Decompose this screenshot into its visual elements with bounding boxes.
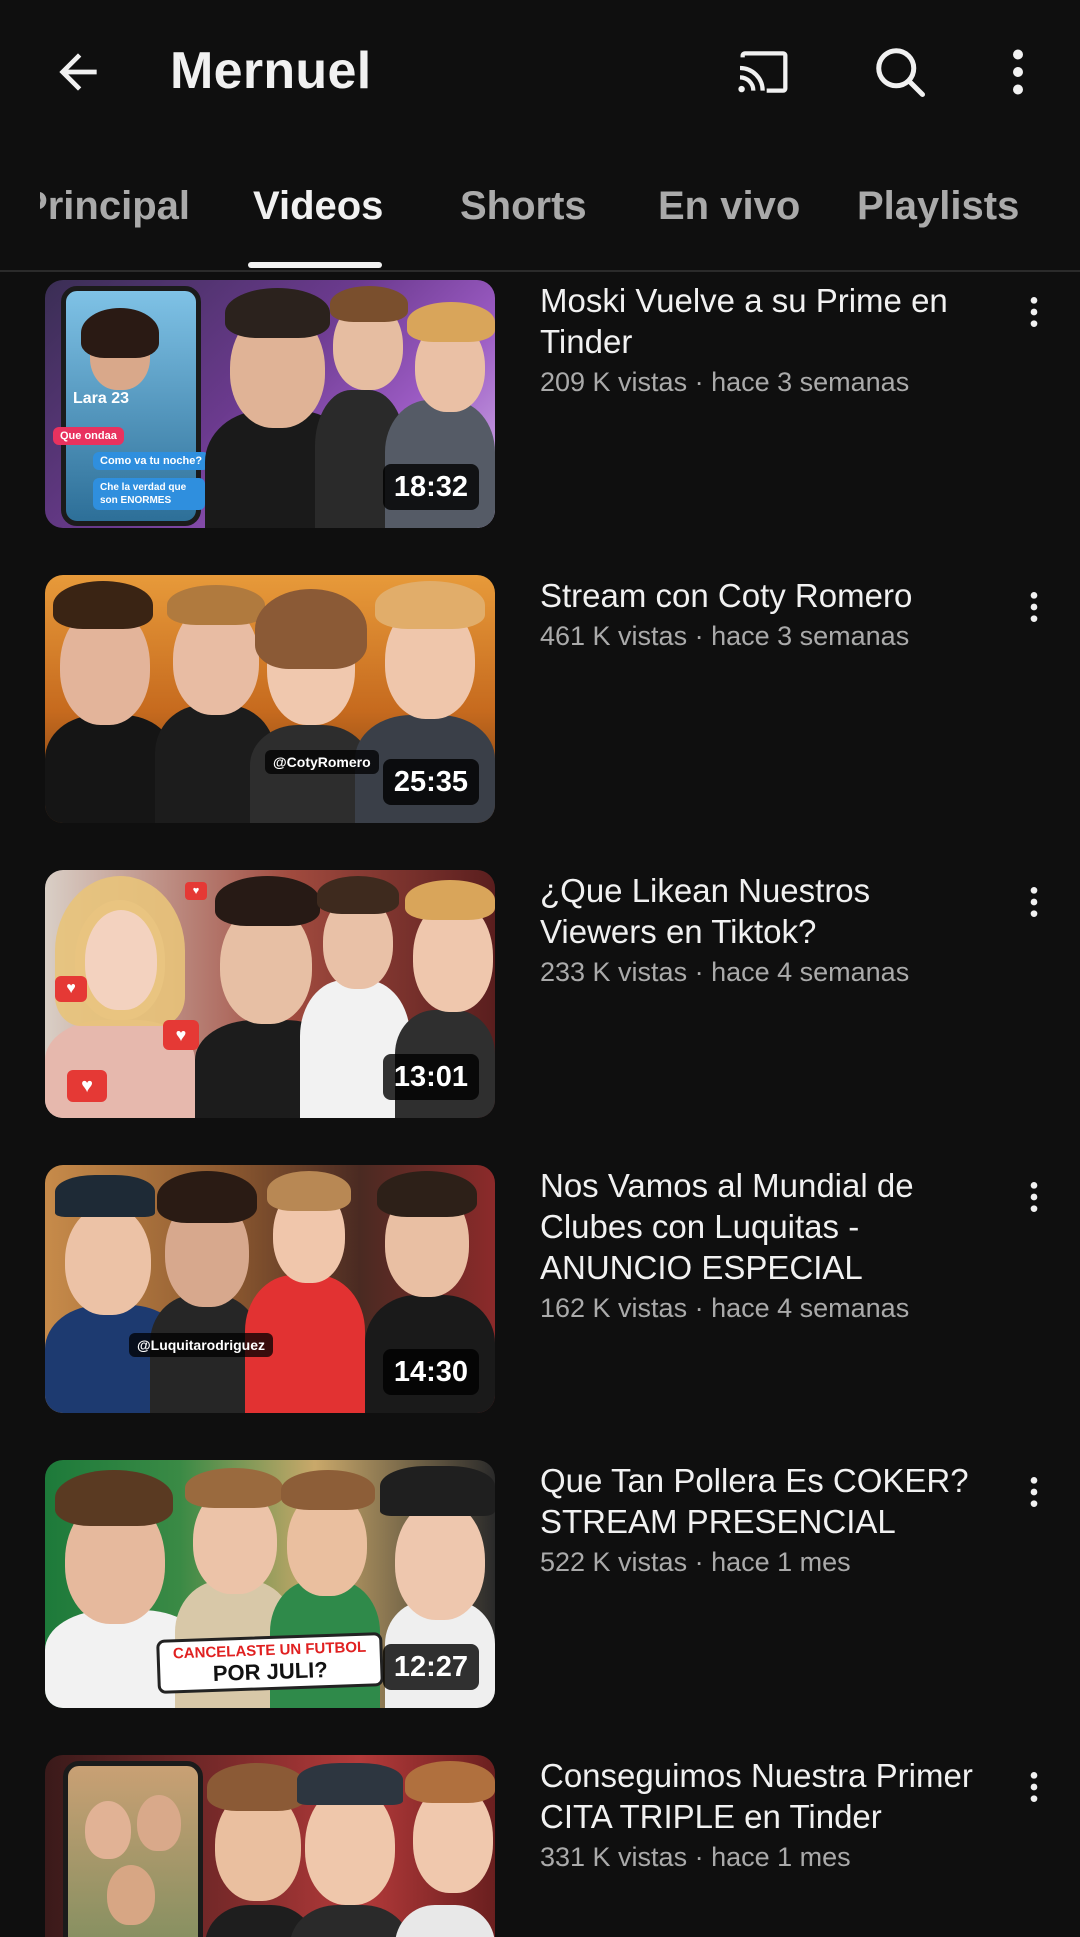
search-button[interactable] — [862, 34, 938, 110]
video-meta: 162 K vistas · hace 4 semanas — [540, 1293, 910, 1323]
channel-title: Mernuel — [170, 42, 372, 100]
video-meta: 522 K vistas · hace 1 mes — [540, 1547, 851, 1577]
video-duration: 12:27 — [382, 1644, 479, 1690]
video-more-button[interactable] — [1008, 1761, 1060, 1825]
back-arrow-icon — [59, 53, 97, 91]
video-info: Que Tan Pollera Es COKER? STREAM PRESENC… — [540, 1460, 980, 1580]
video-item[interactable]: @Luquitarodriguez 14:30 Nos Vamos al Mun… — [0, 1165, 1080, 1415]
video-title[interactable]: Que Tan Pollera Es COKER? STREAM PRESENC… — [540, 1460, 980, 1542]
video-title[interactable]: Conseguimos Nuestra Primer CITA TRIPLE e… — [540, 1755, 980, 1837]
video-thumbnail[interactable]: Lara 23 Que ondaa Como va tu noche? Che … — [45, 280, 495, 528]
more-vert-icon — [1030, 1182, 1038, 1212]
tab-en-vivo[interactable]: En vivo — [658, 180, 800, 232]
search-icon — [876, 48, 925, 97]
cast-button[interactable] — [726, 34, 802, 110]
more-vert-icon — [1030, 887, 1038, 917]
tab-shorts[interactable]: Shorts — [460, 180, 587, 232]
tabs-divider — [0, 270, 1080, 272]
video-title[interactable]: Nos Vamos al Mundial de Clubes con Luqui… — [540, 1165, 980, 1288]
video-item[interactable]: CANCELASTE UN FUTBOL POR JULI? 12:27 Que… — [0, 1460, 1080, 1710]
thumb-label: @Luquitarodriguez — [129, 1333, 273, 1357]
video-duration: 18:32 — [382, 464, 479, 510]
video-title[interactable]: Stream con Coty Romero — [540, 575, 980, 616]
channel-tabs: Principal Videos Shorts En vivo Playlist… — [0, 152, 1080, 270]
video-thumbnail[interactable]: ♥ ♥ ♥ ♥ 13:01 — [45, 870, 495, 1118]
tab-playlists[interactable]: Playlists — [857, 180, 1019, 232]
video-info: Nos Vamos al Mundial de Clubes con Luqui… — [540, 1165, 980, 1326]
more-vert-icon — [1030, 1477, 1038, 1507]
video-more-button[interactable] — [1008, 581, 1060, 645]
video-info: ¿Que Likean Nuestros Viewers en Tiktok? … — [540, 870, 980, 990]
video-title[interactable]: Moski Vuelve a su Prime en Tinder — [540, 280, 980, 362]
thumb-label: Che la verdad que son ENORMES — [93, 478, 205, 510]
video-more-button[interactable] — [1008, 876, 1060, 940]
video-duration: 25:35 — [382, 759, 479, 805]
video-more-button[interactable] — [1008, 1171, 1060, 1235]
video-duration: 13:01 — [382, 1054, 479, 1100]
tab-principal[interactable]: Principal — [40, 180, 190, 232]
thumb-label: @CotyRomero — [265, 750, 379, 774]
top-app-bar: Mernuel — [0, 0, 1080, 140]
video-thumbnail[interactable]: CANCELASTE UN FUTBOL POR JULI? 12:27 — [45, 1460, 495, 1708]
video-thumbnail[interactable]: @CotyRomero 25:35 — [45, 575, 495, 823]
video-title[interactable]: ¿Que Likean Nuestros Viewers en Tiktok? — [540, 870, 980, 952]
more-vert-icon — [1030, 592, 1038, 622]
video-info: Moski Vuelve a su Prime en Tinder 209 K … — [540, 280, 980, 400]
video-duration: 14:30 — [382, 1349, 479, 1395]
video-item[interactable]: Conseguimos Nuestra Primer CITA TRIPLE e… — [0, 1755, 1080, 1937]
video-more-button[interactable] — [1008, 1466, 1060, 1530]
video-item[interactable]: ♥ ♥ ♥ ♥ 13:01 ¿Que Likean Nuestros Viewe… — [0, 870, 1080, 1120]
back-button[interactable] — [42, 36, 114, 108]
thumb-caption: CANCELASTE UN FUTBOL POR JULI? — [156, 1632, 384, 1694]
cast-icon — [738, 51, 788, 93]
thumb-label: Lara 23 — [73, 390, 130, 407]
more-vert-icon — [1013, 49, 1023, 95]
video-item[interactable]: Lara 23 Que ondaa Como va tu noche? Che … — [0, 280, 1080, 530]
video-thumbnail[interactable]: @Luquitarodriguez 14:30 — [45, 1165, 495, 1413]
video-item[interactable]: @CotyRomero 25:35 Stream con Coty Romero… — [0, 575, 1080, 825]
video-more-button[interactable] — [1008, 286, 1060, 350]
more-options-button[interactable] — [980, 34, 1056, 110]
video-info: Stream con Coty Romero 461 K vistas · ha… — [540, 575, 980, 654]
active-tab-indicator — [248, 262, 382, 268]
tab-videos[interactable]: Videos — [253, 180, 383, 232]
video-meta: 233 K vistas · hace 4 semanas — [540, 957, 910, 987]
video-meta: 331 K vistas · hace 1 mes — [540, 1842, 851, 1872]
more-vert-icon — [1030, 1772, 1038, 1802]
video-meta: 209 K vistas · hace 3 semanas — [540, 367, 910, 397]
video-info: Conseguimos Nuestra Primer CITA TRIPLE e… — [540, 1755, 980, 1875]
thumb-label: Que ondaa — [53, 427, 124, 445]
thumb-label: Como va tu noche? — [93, 452, 210, 470]
video-meta: 461 K vistas · hace 3 semanas — [540, 621, 910, 651]
more-vert-icon — [1030, 297, 1038, 327]
video-thumbnail[interactable] — [45, 1755, 495, 1937]
